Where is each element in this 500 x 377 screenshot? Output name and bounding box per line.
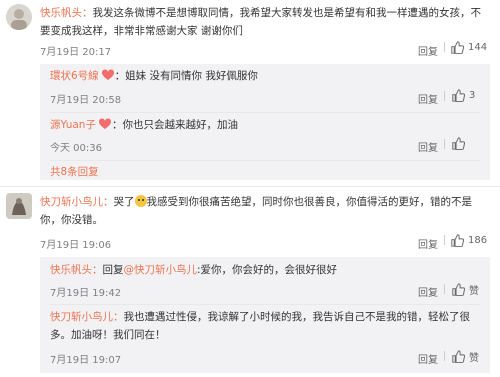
mention-link[interactable]: @快刀斩小鸟儿 <box>124 264 198 276</box>
reply-timestamp: 7月19日 20:58 <box>50 95 122 106</box>
thumbs-up-icon <box>452 283 465 296</box>
divider <box>444 42 445 55</box>
divider <box>50 112 480 113</box>
like-label: 赞 <box>469 286 479 297</box>
divider <box>444 235 445 248</box>
reply-timestamp: 今天 00:36 <box>50 143 102 154</box>
divider <box>0 186 500 187</box>
reply-button[interactable]: 回复 <box>418 236 438 251</box>
reply-button[interactable]: 回复 <box>418 43 438 58</box>
like-button[interactable]: 186 <box>451 234 487 247</box>
like-button[interactable]: 144 <box>451 41 487 54</box>
reply-button[interactable]: 回复 <box>418 91 438 106</box>
divider <box>50 160 480 161</box>
avatar[interactable] <box>6 193 32 219</box>
thumbs-up-icon <box>451 41 464 54</box>
comment-username[interactable]: 快刀斩小鸟儿： <box>40 196 114 208</box>
divider <box>444 351 445 364</box>
like-count: 3 <box>469 90 476 101</box>
reply-button[interactable]: 回复 <box>418 351 438 366</box>
reply-button[interactable]: 回复 <box>418 284 438 299</box>
like-button[interactable]: 赞 <box>452 349 479 364</box>
thumbs-up-icon <box>452 89 465 102</box>
divider <box>50 304 480 305</box>
vip-badge-icon <box>98 118 112 130</box>
reply-button[interactable]: 回复 <box>418 139 438 154</box>
reply-text: 快刀斩小鸟儿：我也遭遇过性侵，我谅解了小时候的我，我告诉自己不是我的错，轻松了很… <box>50 311 470 341</box>
thumbs-up-icon <box>452 350 465 363</box>
like-button[interactable]: 3 <box>452 89 475 102</box>
thumbs-up-icon <box>451 234 464 247</box>
crying-face-icon <box>134 195 147 207</box>
thumbs-up-icon <box>452 137 465 150</box>
reply-username[interactable]: 快刀斩小鸟儿： <box>50 311 124 323</box>
reply-text: 環状6号線 ：姐妹 没有同情你 我好佩服你 <box>50 69 258 82</box>
like-label: 赞 <box>469 353 479 364</box>
reply-thread: 快乐帆头：回复@快刀斩小鸟儿:爱你，你会好的，会很好很好 7月19日 19:42… <box>40 257 490 373</box>
reply-button-label: 回复 <box>418 47 438 58</box>
reply-text: 快乐帆头：回复@快刀斩小鸟儿:爱你，你会好的，会很好很好 <box>50 264 338 276</box>
comment-text: 快乐帆头：我发这条微博不是想博取同情，我希望大家转发也是希望有和我一样遭遇的女孩… <box>40 7 481 37</box>
vip-badge-icon <box>101 69 115 81</box>
reply-username[interactable]: 源Yuan子 <box>50 119 96 131</box>
divider <box>444 284 445 297</box>
comment-username[interactable]: 快乐帆头： <box>40 7 93 19</box>
comment-timestamp: 7月19日 20:17 <box>40 47 112 58</box>
like-button[interactable] <box>452 137 465 150</box>
comment-text: 快刀斩小鸟儿：哭了 我感受到你很痛苦绝望，同时你也很善良，你值得活的更好，错的不是… <box>40 195 472 226</box>
like-count: 144 <box>468 42 488 53</box>
reply-thread: 環状6号線 ：姐妹 没有同情你 我好佩服你 7月19日 20:58 回复 3 源Y… <box>40 64 490 180</box>
more-replies-link[interactable]: 共8条回复 <box>50 164 99 179</box>
reply-text: 源Yuan子 ：你也只会越来越好，加油 <box>50 118 238 131</box>
comment-timestamp: 7月19日 19:06 <box>40 240 112 251</box>
like-button[interactable]: 赞 <box>452 282 479 297</box>
divider <box>444 139 445 152</box>
reply-timestamp: 7月19日 19:07 <box>50 355 122 366</box>
reply-username[interactable]: 環状6号線 <box>50 70 99 82</box>
divider <box>444 91 445 104</box>
like-count: 186 <box>468 235 488 246</box>
reply-timestamp: 7月19日 19:42 <box>50 288 122 299</box>
reply-username[interactable]: 快乐帆头： <box>50 264 103 276</box>
avatar[interactable] <box>6 4 32 30</box>
